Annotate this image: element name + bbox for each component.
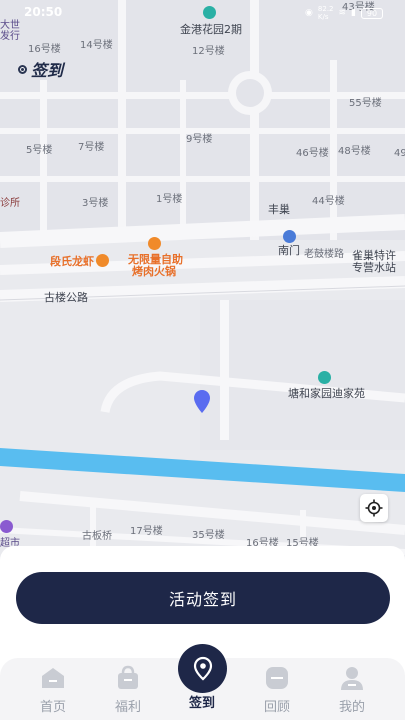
status-bar: 20:50 ◉ 82.2 K/s ≋ ▮ 90 [0, 0, 405, 24]
map-label-b46: 46号楼 [296, 148, 329, 159]
map-label-b49: 49 [394, 148, 405, 159]
activity-checkin-button[interactable]: 活动签到 [16, 572, 390, 624]
tab-checkin-circle[interactable] [178, 644, 227, 693]
map-label-duanshi: 段氏龙虾 [50, 255, 94, 268]
status-time: 20:50 [24, 5, 63, 19]
map-label-fengchao: 丰巢 [268, 203, 290, 216]
map-label-guban: 古板桥 [82, 531, 112, 542]
tab-home[interactable]: 首页 [23, 664, 83, 716]
tab-label: 我的 [338, 700, 365, 715]
wifi-icon: ≋ [338, 8, 347, 18]
map-label-tanghe: 塘和家园迪家苑 [288, 387, 365, 400]
tab-label: 福利 [114, 700, 141, 715]
review-icon [266, 667, 288, 689]
poi-residence-icon [318, 371, 331, 384]
map-label-faxing: 发行 [0, 31, 20, 42]
tab-welfare[interactable]: 福利 [98, 664, 158, 716]
gate-icon [283, 230, 296, 243]
map-label-b35: 35号楼 [192, 530, 225, 541]
map-label-b17: 17号楼 [130, 526, 163, 537]
map-label-b3: 3号楼 [82, 198, 109, 209]
map-label-b5: 5号楼 [26, 145, 53, 156]
map-label-nanmen: 南门 [278, 244, 300, 257]
map-label-zhensuo: 诊所 [0, 198, 20, 209]
map-label-b55: 55号楼 [349, 98, 382, 109]
map-label-laogulou: 老鼓楼路 [304, 249, 344, 260]
map-label-b7: 7号楼 [78, 142, 105, 153]
status-icons: ◉ 82.2 K/s ≋ ▮ 90 [305, 5, 383, 21]
shop-icon [0, 520, 13, 533]
map-marker-icon[interactable] [193, 389, 211, 415]
signal-icon: ▮ [351, 8, 356, 18]
crosshair-icon [365, 499, 383, 517]
map-label-b48: 48号楼 [338, 146, 371, 157]
location-icon: ◉ [305, 8, 313, 18]
map-label-quechao2: 专营水站 [352, 261, 396, 274]
location-pin-icon [193, 656, 212, 680]
map-label-wuxian2: 烤肉火锅 [132, 265, 176, 278]
tab-review[interactable]: 回顾 [247, 664, 307, 716]
user-icon [341, 667, 363, 690]
map-label-b12: 12号楼 [192, 46, 225, 57]
food-icon [96, 254, 109, 267]
tab-checkin[interactable]: 签到 [172, 690, 232, 718]
map-label-b16: 16号楼 [28, 44, 61, 55]
map-label-b44: 44号楼 [312, 196, 345, 207]
tab-label: 签到 [188, 696, 215, 711]
locate-button[interactable] [360, 494, 388, 522]
tab-label: 回顾 [263, 700, 290, 715]
map-label-jingang: 金港花园2期 [180, 23, 242, 36]
map-label-gulou-road: 古楼公路 [44, 291, 88, 304]
battery-icon: 90 [361, 7, 383, 19]
map-label-b9: 9号楼 [186, 134, 213, 145]
tab-label: 首页 [39, 700, 66, 715]
brand: 签到 [18, 57, 63, 81]
home-icon [42, 668, 64, 688]
brand-dot-icon [18, 64, 27, 74]
tab-mine[interactable]: 我的 [322, 664, 382, 716]
restaurant-icon [148, 237, 161, 250]
net-speed: 82.2 K/s [317, 5, 334, 21]
page-title: 签到 [31, 61, 64, 80]
map-label-b1: 1号楼 [156, 194, 183, 205]
map-label-b14: 14号楼 [80, 40, 113, 51]
bag-icon [118, 665, 138, 689]
